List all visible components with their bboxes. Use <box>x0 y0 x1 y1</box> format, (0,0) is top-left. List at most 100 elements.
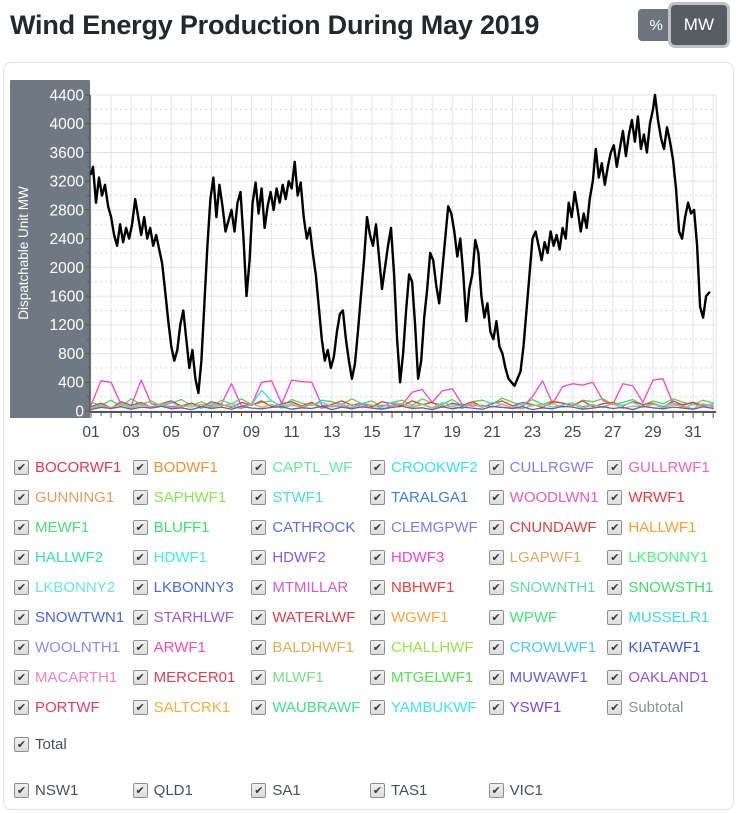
legend-item-SNOWNTH1[interactable]: ✔SNOWNTH1 <box>489 577 608 598</box>
legend-item-MTMILLAR[interactable]: ✔MTMILLAR <box>251 577 370 598</box>
checkbox-NBHWF1[interactable]: ✔ <box>370 580 385 595</box>
legend-item-Subtotal[interactable]: ✔Subtotal <box>607 697 726 718</box>
legend-item-GUNNING1[interactable]: ✔GUNNING1 <box>14 487 133 508</box>
checkbox-LGAPWF1[interactable]: ✔ <box>489 550 504 565</box>
legend-item-QLD1[interactable]: ✔QLD1 <box>133 780 252 801</box>
legend-item-MACARTH1[interactable]: ✔MACARTH1 <box>14 667 133 688</box>
checkbox-QLD1[interactable]: ✔ <box>133 783 148 798</box>
checkbox-WGWF1[interactable]: ✔ <box>370 610 385 625</box>
checkbox-SALTCRK1[interactable]: ✔ <box>133 700 148 715</box>
checkbox-WAUBRAWF[interactable]: ✔ <box>251 700 266 715</box>
legend-item-CLEMGPWF[interactable]: ✔CLEMGPWF <box>370 517 489 538</box>
legend-item-WRWF1[interactable]: ✔WRWF1 <box>607 487 726 508</box>
legend-item-MUSSELR1[interactable]: ✔MUSSELR1 <box>607 607 726 628</box>
checkbox-SNOWSTH1[interactable]: ✔ <box>607 580 622 595</box>
checkbox-OAKLAND1[interactable]: ✔ <box>607 670 622 685</box>
legend-item-BLUFF1[interactable]: ✔BLUFF1 <box>133 517 252 538</box>
checkbox-WATERLWF[interactable]: ✔ <box>251 610 266 625</box>
checkbox-WRWF1[interactable]: ✔ <box>607 490 622 505</box>
checkbox-MERCER01[interactable]: ✔ <box>133 670 148 685</box>
checkbox-NSW1[interactable]: ✔ <box>14 783 29 798</box>
checkbox-BALDHWF1[interactable]: ✔ <box>251 640 266 655</box>
checkbox-MEWF1[interactable]: ✔ <box>14 520 29 535</box>
checkbox-MUSSELR1[interactable]: ✔ <box>607 610 622 625</box>
legend-item-STWF1[interactable]: ✔STWF1 <box>251 487 370 508</box>
checkbox-TAS1[interactable]: ✔ <box>370 783 385 798</box>
legend-item-SAPHWF1[interactable]: ✔SAPHWF1 <box>133 487 252 508</box>
checkbox-WPWF[interactable]: ✔ <box>489 610 504 625</box>
mw-button[interactable]: MW <box>671 5 727 45</box>
checkbox-STARHLWF[interactable]: ✔ <box>133 610 148 625</box>
checkbox-HDWF1[interactable]: ✔ <box>133 550 148 565</box>
legend-item-MLWF1[interactable]: ✔MLWF1 <box>251 667 370 688</box>
legend-item-LKBONNY2[interactable]: ✔LKBONNY2 <box>14 577 133 598</box>
checkbox-CNUNDAWF[interactable]: ✔ <box>489 520 504 535</box>
checkbox-MACARTH1[interactable]: ✔ <box>14 670 29 685</box>
checkbox-YSWF1[interactable]: ✔ <box>489 700 504 715</box>
legend-item-HALLWF1[interactable]: ✔HALLWF1 <box>607 517 726 538</box>
legend-item-CHALLHWF[interactable]: ✔CHALLHWF <box>370 637 489 658</box>
legend-item-CULLRGWF[interactable]: ✔CULLRGWF <box>489 457 608 478</box>
legend-item-WPWF[interactable]: ✔WPWF <box>489 607 608 628</box>
legend-item-YSWF1[interactable]: ✔YSWF1 <box>489 697 608 718</box>
percent-button[interactable]: % <box>638 9 673 41</box>
checkbox-BLUFF1[interactable]: ✔ <box>133 520 148 535</box>
checkbox-CAPTL_WF[interactable]: ✔ <box>251 460 266 475</box>
checkbox-CROOKWF2[interactable]: ✔ <box>370 460 385 475</box>
legend-item-SNOWSTH1[interactable]: ✔SNOWSTH1 <box>607 577 726 598</box>
legend-item-LGAPWF1[interactable]: ✔LGAPWF1 <box>489 547 608 568</box>
legend-item-SA1[interactable]: ✔SA1 <box>251 780 370 801</box>
checkbox-Subtotal[interactable]: ✔ <box>607 700 622 715</box>
legend-item-HDWF1[interactable]: ✔HDWF1 <box>133 547 252 568</box>
legend-item-MERCER01[interactable]: ✔MERCER01 <box>133 667 252 688</box>
checkbox-SA1[interactable]: ✔ <box>251 783 266 798</box>
checkbox-SNOWTWN1[interactable]: ✔ <box>14 610 29 625</box>
legend-item-NSW1[interactable]: ✔NSW1 <box>14 780 133 801</box>
legend-item-OAKLAND1[interactable]: ✔OAKLAND1 <box>607 667 726 688</box>
checkbox-LKBONNY3[interactable]: ✔ <box>133 580 148 595</box>
checkbox-YAMBUKWF[interactable]: ✔ <box>370 700 385 715</box>
legend-item-ARWF1[interactable]: ✔ARWF1 <box>133 637 252 658</box>
checkbox-Total[interactable]: ✔ <box>14 737 29 752</box>
checkbox-MTMILLAR[interactable]: ✔ <box>251 580 266 595</box>
legend-item-CAPTL_WF[interactable]: ✔CAPTL_WF <box>251 457 370 478</box>
legend-item-SALTCRK1[interactable]: ✔SALTCRK1 <box>133 697 252 718</box>
checkbox-CULLRGWF[interactable]: ✔ <box>489 460 504 475</box>
checkbox-ARWF1[interactable]: ✔ <box>133 640 148 655</box>
checkbox-CLEMGPWF[interactable]: ✔ <box>370 520 385 535</box>
legend-item-CROWLWF1[interactable]: ✔CROWLWF1 <box>489 637 608 658</box>
legend-item-WOOLNTH1[interactable]: ✔WOOLNTH1 <box>14 637 133 658</box>
checkbox-GUNNING1[interactable]: ✔ <box>14 490 29 505</box>
legend-item-STARHLWF[interactable]: ✔STARHLWF <box>133 607 252 628</box>
checkbox-LKBONNY2[interactable]: ✔ <box>14 580 29 595</box>
checkbox-VIC1[interactable]: ✔ <box>489 783 504 798</box>
legend-item-MEWF1[interactable]: ✔MEWF1 <box>14 517 133 538</box>
checkbox-HALLWF2[interactable]: ✔ <box>14 550 29 565</box>
legend-item-CATHROCK[interactable]: ✔CATHROCK <box>251 517 370 538</box>
checkbox-HDWF2[interactable]: ✔ <box>251 550 266 565</box>
checkbox-MLWF1[interactable]: ✔ <box>251 670 266 685</box>
legend-item-BOCORWF1[interactable]: ✔BOCORWF1 <box>14 457 133 478</box>
legend-item-TAS1[interactable]: ✔TAS1 <box>370 780 489 801</box>
legend-item-SNOWTWN1[interactable]: ✔SNOWTWN1 <box>14 607 133 628</box>
legend-item-CROOKWF2[interactable]: ✔CROOKWF2 <box>370 457 489 478</box>
checkbox-MUWAWF1[interactable]: ✔ <box>489 670 504 685</box>
checkbox-PORTWF[interactable]: ✔ <box>14 700 29 715</box>
legend-item-GULLRWF1[interactable]: ✔GULLRWF1 <box>607 457 726 478</box>
legend-item-PORTWF[interactable]: ✔PORTWF <box>14 697 133 718</box>
legend-item-WAUBRAWF[interactable]: ✔WAUBRAWF <box>251 697 370 718</box>
legend-item-HALLWF2[interactable]: ✔HALLWF2 <box>14 547 133 568</box>
legend-item-LKBONNY1[interactable]: ✔LKBONNY1 <box>607 547 726 568</box>
checkbox-KIATAWF1[interactable]: ✔ <box>607 640 622 655</box>
checkbox-GULLRWF1[interactable]: ✔ <box>607 460 622 475</box>
legend-item-WATERLWF[interactable]: ✔WATERLWF <box>251 607 370 628</box>
checkbox-BODWF1[interactable]: ✔ <box>133 460 148 475</box>
legend-item-YAMBUKWF[interactable]: ✔YAMBUKWF <box>370 697 489 718</box>
legend-item-MUWAWF1[interactable]: ✔MUWAWF1 <box>489 667 608 688</box>
checkbox-STWF1[interactable]: ✔ <box>251 490 266 505</box>
legend-item-WGWF1[interactable]: ✔WGWF1 <box>370 607 489 628</box>
legend-item-BALDHWF1[interactable]: ✔BALDHWF1 <box>251 637 370 658</box>
checkbox-LKBONNY1[interactable]: ✔ <box>607 550 622 565</box>
checkbox-WOOLNTH1[interactable]: ✔ <box>14 640 29 655</box>
checkbox-CROWLWF1[interactable]: ✔ <box>489 640 504 655</box>
